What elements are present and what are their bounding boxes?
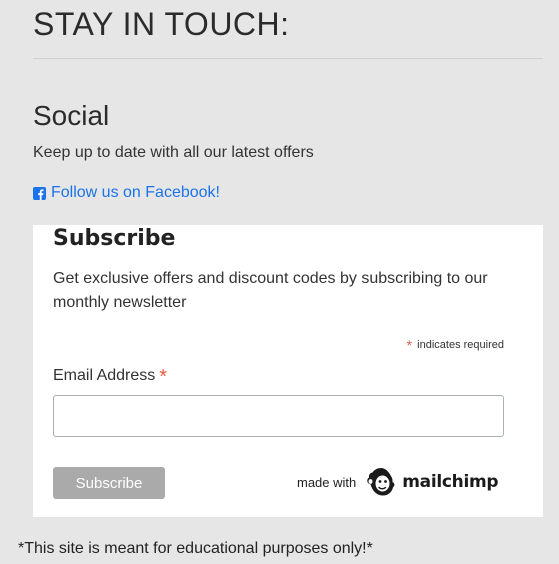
divider <box>33 58 543 59</box>
mailchimp-freddie-icon <box>366 466 396 498</box>
footer-note: *This site is meant for educational purp… <box>18 540 373 557</box>
social-heading: Social <box>33 100 110 131</box>
email-required-asterisk: * <box>159 366 168 388</box>
page: STAY IN TOUCH: Social Keep up to date wi… <box>0 0 559 564</box>
subscribe-description: Get exclusive offers and discount codes … <box>53 270 488 311</box>
mailchimp-wordmark: mailchimp <box>402 472 499 492</box>
required-note: * indicates required <box>407 337 504 353</box>
page-title: STAY IN TOUCH: <box>33 6 290 42</box>
subscribe-form: Subscribe Get exclusive offers and disco… <box>33 225 543 517</box>
email-label: Email Address * <box>53 366 167 389</box>
subscribe-button[interactable]: Subscribe <box>53 467 165 499</box>
made-with-text: made with <box>297 474 357 490</box>
required-note-text: indicates required <box>417 339 504 351</box>
email-label-text: Email Address <box>53 367 156 384</box>
subscribe-heading: Subscribe <box>53 226 176 251</box>
mailchimp-badge[interactable]: made with mailchimp <box>297 465 499 499</box>
facebook-square-icon <box>33 186 46 200</box>
email-field[interactable] <box>53 395 504 437</box>
required-asterisk: * <box>406 337 413 353</box>
facebook-link-label: Follow us on Facebook! <box>51 184 220 201</box>
social-description: Keep up to date with all our latest offe… <box>33 144 314 161</box>
facebook-link[interactable]: Follow us on Facebook! <box>33 184 220 202</box>
